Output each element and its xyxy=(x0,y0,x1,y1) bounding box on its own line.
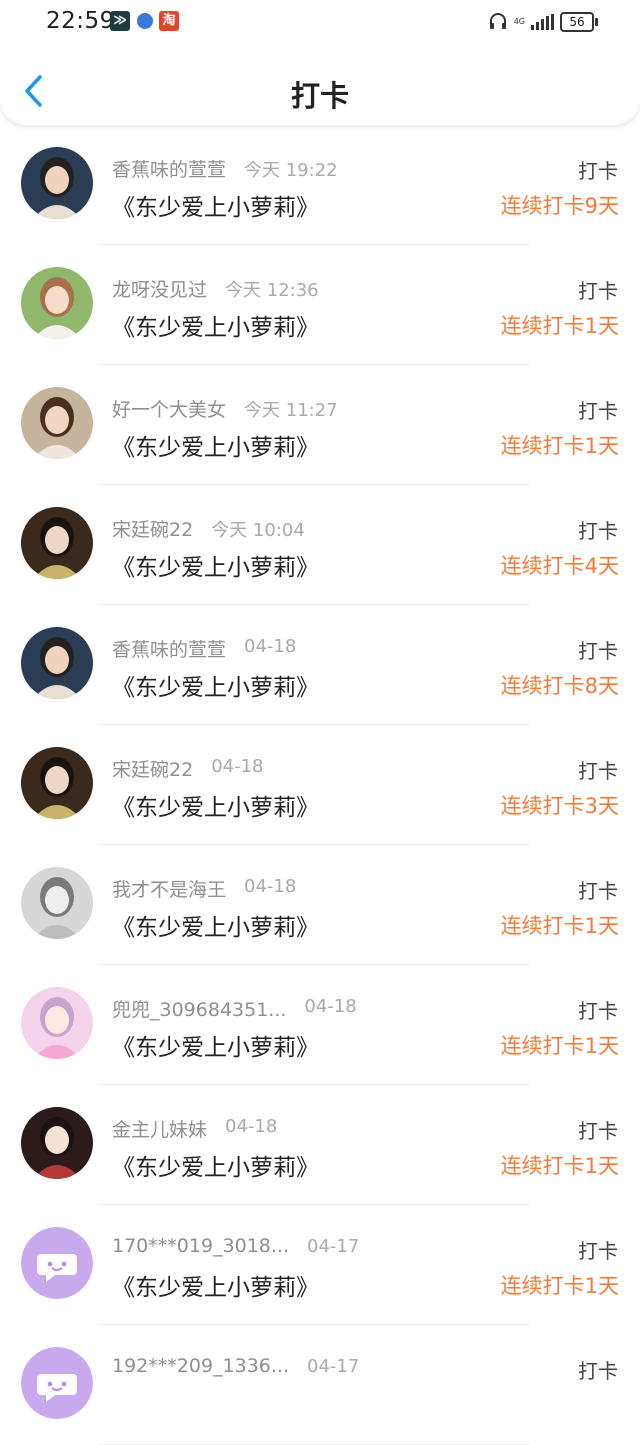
checkin-time: 今天 12:36 xyxy=(225,280,319,301)
user-name[interactable]: 170***019_3018... xyxy=(112,1235,289,1257)
book-title[interactable]: 《东少爱上小萝莉》 xyxy=(112,548,319,582)
book-title[interactable]: 《东少爱上小萝莉》 xyxy=(112,1148,319,1182)
checkin-label: 打卡 xyxy=(578,879,618,903)
signal-icon xyxy=(531,14,554,30)
checkin-label: 打卡 xyxy=(578,1359,618,1383)
user-avatar[interactable] xyxy=(21,1347,93,1419)
user-name[interactable]: 龙呀没见过 xyxy=(112,275,207,302)
checkin-time: 04-18 xyxy=(211,756,264,777)
user-name[interactable]: 香蕉味的萱萱 xyxy=(112,155,226,182)
status-bar: 22:59 ≫ 淘 4G 56 xyxy=(0,0,640,44)
streak-badge: 连续打卡1天 xyxy=(500,1034,619,1058)
headphone-icon xyxy=(489,13,506,29)
network-type: 4G xyxy=(513,17,525,26)
browser-notification-icon xyxy=(137,13,153,29)
streak-badge: 连续打卡4天 xyxy=(500,554,619,578)
user-name[interactable]: 我才不是海王 xyxy=(112,875,226,902)
streak-badge: 连续打卡3天 xyxy=(500,794,619,818)
checkin-label: 打卡 xyxy=(578,639,618,663)
status-time: 22:59 xyxy=(46,8,115,34)
user-avatar[interactable] xyxy=(21,147,93,219)
taobao-notification-icon: 淘 xyxy=(159,11,179,31)
streak-badge: 连续打卡1天 xyxy=(500,914,619,938)
checkin-time: 04-18 xyxy=(244,636,297,657)
checkin-label: 打卡 xyxy=(578,279,618,303)
checkin-label: 打卡 xyxy=(578,1119,618,1143)
streak-badge: 连续打卡1天 xyxy=(500,1274,619,1298)
user-avatar[interactable] xyxy=(21,507,93,579)
user-avatar[interactable] xyxy=(21,387,93,459)
book-title[interactable]: 《东少爱上小萝莉》 xyxy=(112,1028,319,1062)
checkin-label: 打卡 xyxy=(578,999,618,1023)
checkin-row[interactable]: 宋廷碗22 04-18 《东少爱上小萝莉》 打卡连续打卡3天 xyxy=(0,725,640,845)
top-bar: 22:59 ≫ 淘 4G 56 打卡 xyxy=(0,0,640,125)
user-name[interactable]: 192***209_1336... xyxy=(112,1355,289,1377)
book-title[interactable]: 《东少爱上小萝莉》 xyxy=(112,908,319,942)
checkin-row[interactable]: 金主儿妹妹 04-18 《东少爱上小萝莉》 打卡连续打卡1天 xyxy=(0,1085,640,1205)
checkin-time: 04-17 xyxy=(307,1356,360,1377)
checkin-row[interactable]: 170***019_3018... 04-17 《东少爱上小萝莉》 打卡连续打卡1天 xyxy=(0,1205,640,1325)
checkin-label: 打卡 xyxy=(578,159,618,183)
book-title[interactable]: 《东少爱上小萝莉》 xyxy=(112,788,319,822)
streak-badge: 连续打卡1天 xyxy=(500,1154,619,1178)
checkin-time: 04-18 xyxy=(244,876,297,897)
book-title[interactable]: 《东少爱上小萝莉》 xyxy=(112,1268,319,1302)
checkin-time: 今天 19:22 xyxy=(244,160,338,181)
user-avatar[interactable] xyxy=(21,987,93,1059)
user-avatar[interactable] xyxy=(21,1107,93,1179)
checkin-row[interactable]: 好一个大美女 今天 11:27 《东少爱上小萝莉》 打卡连续打卡1天 xyxy=(0,365,640,485)
book-title[interactable]: 《东少爱上小萝莉》 xyxy=(112,428,319,462)
user-avatar[interactable] xyxy=(21,627,93,699)
book-title[interactable]: 《东少爱上小萝莉》 xyxy=(112,668,319,702)
battery-level: 56 xyxy=(569,15,585,29)
checkin-label: 打卡 xyxy=(578,759,618,783)
streak-badge: 连续打卡1天 xyxy=(500,434,619,458)
checkin-label: 打卡 xyxy=(578,399,618,423)
checkin-label: 打卡 xyxy=(578,519,618,543)
checkin-row[interactable]: 龙呀没见过 今天 12:36 《东少爱上小萝莉》 打卡连续打卡1天 xyxy=(0,245,640,365)
book-title[interactable]: 《东少爱上小萝莉》 xyxy=(112,308,319,342)
book-title[interactable]: 《东少爱上小萝莉》 xyxy=(112,188,319,222)
user-name[interactable]: 香蕉味的萱萱 xyxy=(112,635,226,662)
checkin-label: 打卡 xyxy=(578,1239,618,1263)
checkin-row[interactable]: 宋廷碗22 今天 10:04 《东少爱上小萝莉》 打卡连续打卡4天 xyxy=(0,485,640,605)
checkin-time: 04-17 xyxy=(307,1236,360,1257)
checkin-time: 04-18 xyxy=(304,996,357,1017)
user-avatar[interactable] xyxy=(21,267,93,339)
checkin-time: 今天 10:04 xyxy=(211,520,305,541)
page-title: 打卡 xyxy=(290,79,349,113)
user-avatar[interactable] xyxy=(21,747,93,819)
user-name[interactable]: 宋廷碗22 xyxy=(112,515,193,542)
checkin-row[interactable]: 我才不是海王 04-18 《东少爱上小萝莉》 打卡连续打卡1天 xyxy=(0,845,640,965)
app-notification-icon: ≫ xyxy=(110,11,130,31)
user-name[interactable]: 好一个大美女 xyxy=(112,395,226,422)
user-name[interactable]: 金主儿妹妹 xyxy=(112,1115,207,1142)
streak-badge: 连续打卡8天 xyxy=(500,674,619,698)
checkin-row[interactable]: 香蕉味的萱萱 04-18 《东少爱上小萝莉》 打卡连续打卡8天 xyxy=(0,605,640,725)
checkin-list: 香蕉味的萱萱 今天 19:22 《东少爱上小萝莉》 打卡 连续打卡9天 龙呀没见过 今天 1… xyxy=(0,125,640,1445)
user-avatar[interactable] xyxy=(21,867,93,939)
system-indicators: 4G 56 xyxy=(488,10,598,34)
user-name[interactable]: 宋廷碗22 xyxy=(112,755,193,782)
battery-icon: 56 xyxy=(560,12,598,32)
user-name[interactable]: 兜兜_309684351... xyxy=(112,995,286,1022)
streak-badge: 连续打卡1天 xyxy=(500,314,619,338)
checkin-row[interactable]: 兜兜_309684351... 04-18 《东少爱上小萝莉》 打卡连续打卡1天 xyxy=(0,965,640,1085)
user-avatar[interactable] xyxy=(21,1227,93,1299)
checkin-row[interactable]: 192***209_1336... 04-17 打卡 xyxy=(0,1325,640,1445)
checkin-time: 今天 11:27 xyxy=(244,400,338,421)
checkin-time: 04-18 xyxy=(225,1116,278,1137)
streak-badge: 连续打卡9天 xyxy=(500,194,619,218)
checkin-row[interactable]: 香蕉味的萱萱 今天 19:22 《东少爱上小萝莉》 打卡连续打卡9天 xyxy=(0,125,640,245)
